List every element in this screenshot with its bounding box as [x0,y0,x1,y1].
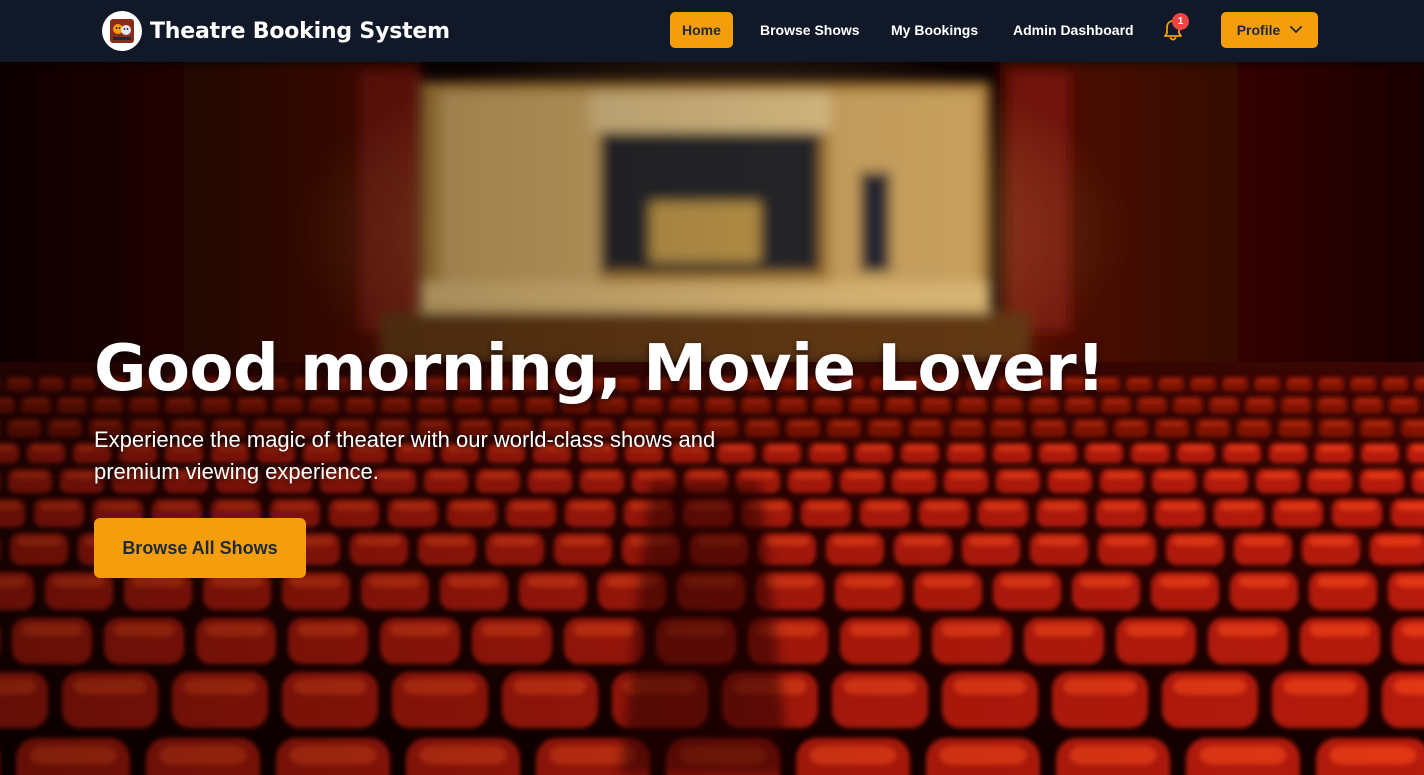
hero-greeting-title: Good morning, Movie Lover! [94,332,1105,406]
hero-section: Good morning, Movie Lover! Experience th… [0,62,1424,775]
nav-admin-dashboard[interactable]: Admin Dashboard [1001,12,1146,48]
hero-subtitle: Experience the magic of theater with our… [94,427,716,484]
chevron-down-icon [1290,26,1303,33]
top-navbar: Theatre Booking System Home Browse Shows… [0,0,1424,62]
nav-my-bookings[interactable]: My Bookings [879,12,990,48]
notification-badge: 1 [1172,13,1189,30]
brand[interactable]: Theatre Booking System [102,11,450,51]
brand-title: Theatre Booking System [150,18,450,44]
theater-background-image [0,62,1424,775]
profile-dropdown-button[interactable]: Profile [1221,12,1318,48]
theatre-masks-logo-icon [102,11,142,51]
browse-all-shows-button[interactable]: Browse All Shows [94,518,306,578]
profile-label: Profile [1236,22,1281,38]
nav-browse-shows[interactable]: Browse Shows [748,12,872,48]
nav-home[interactable]: Home [670,12,733,48]
